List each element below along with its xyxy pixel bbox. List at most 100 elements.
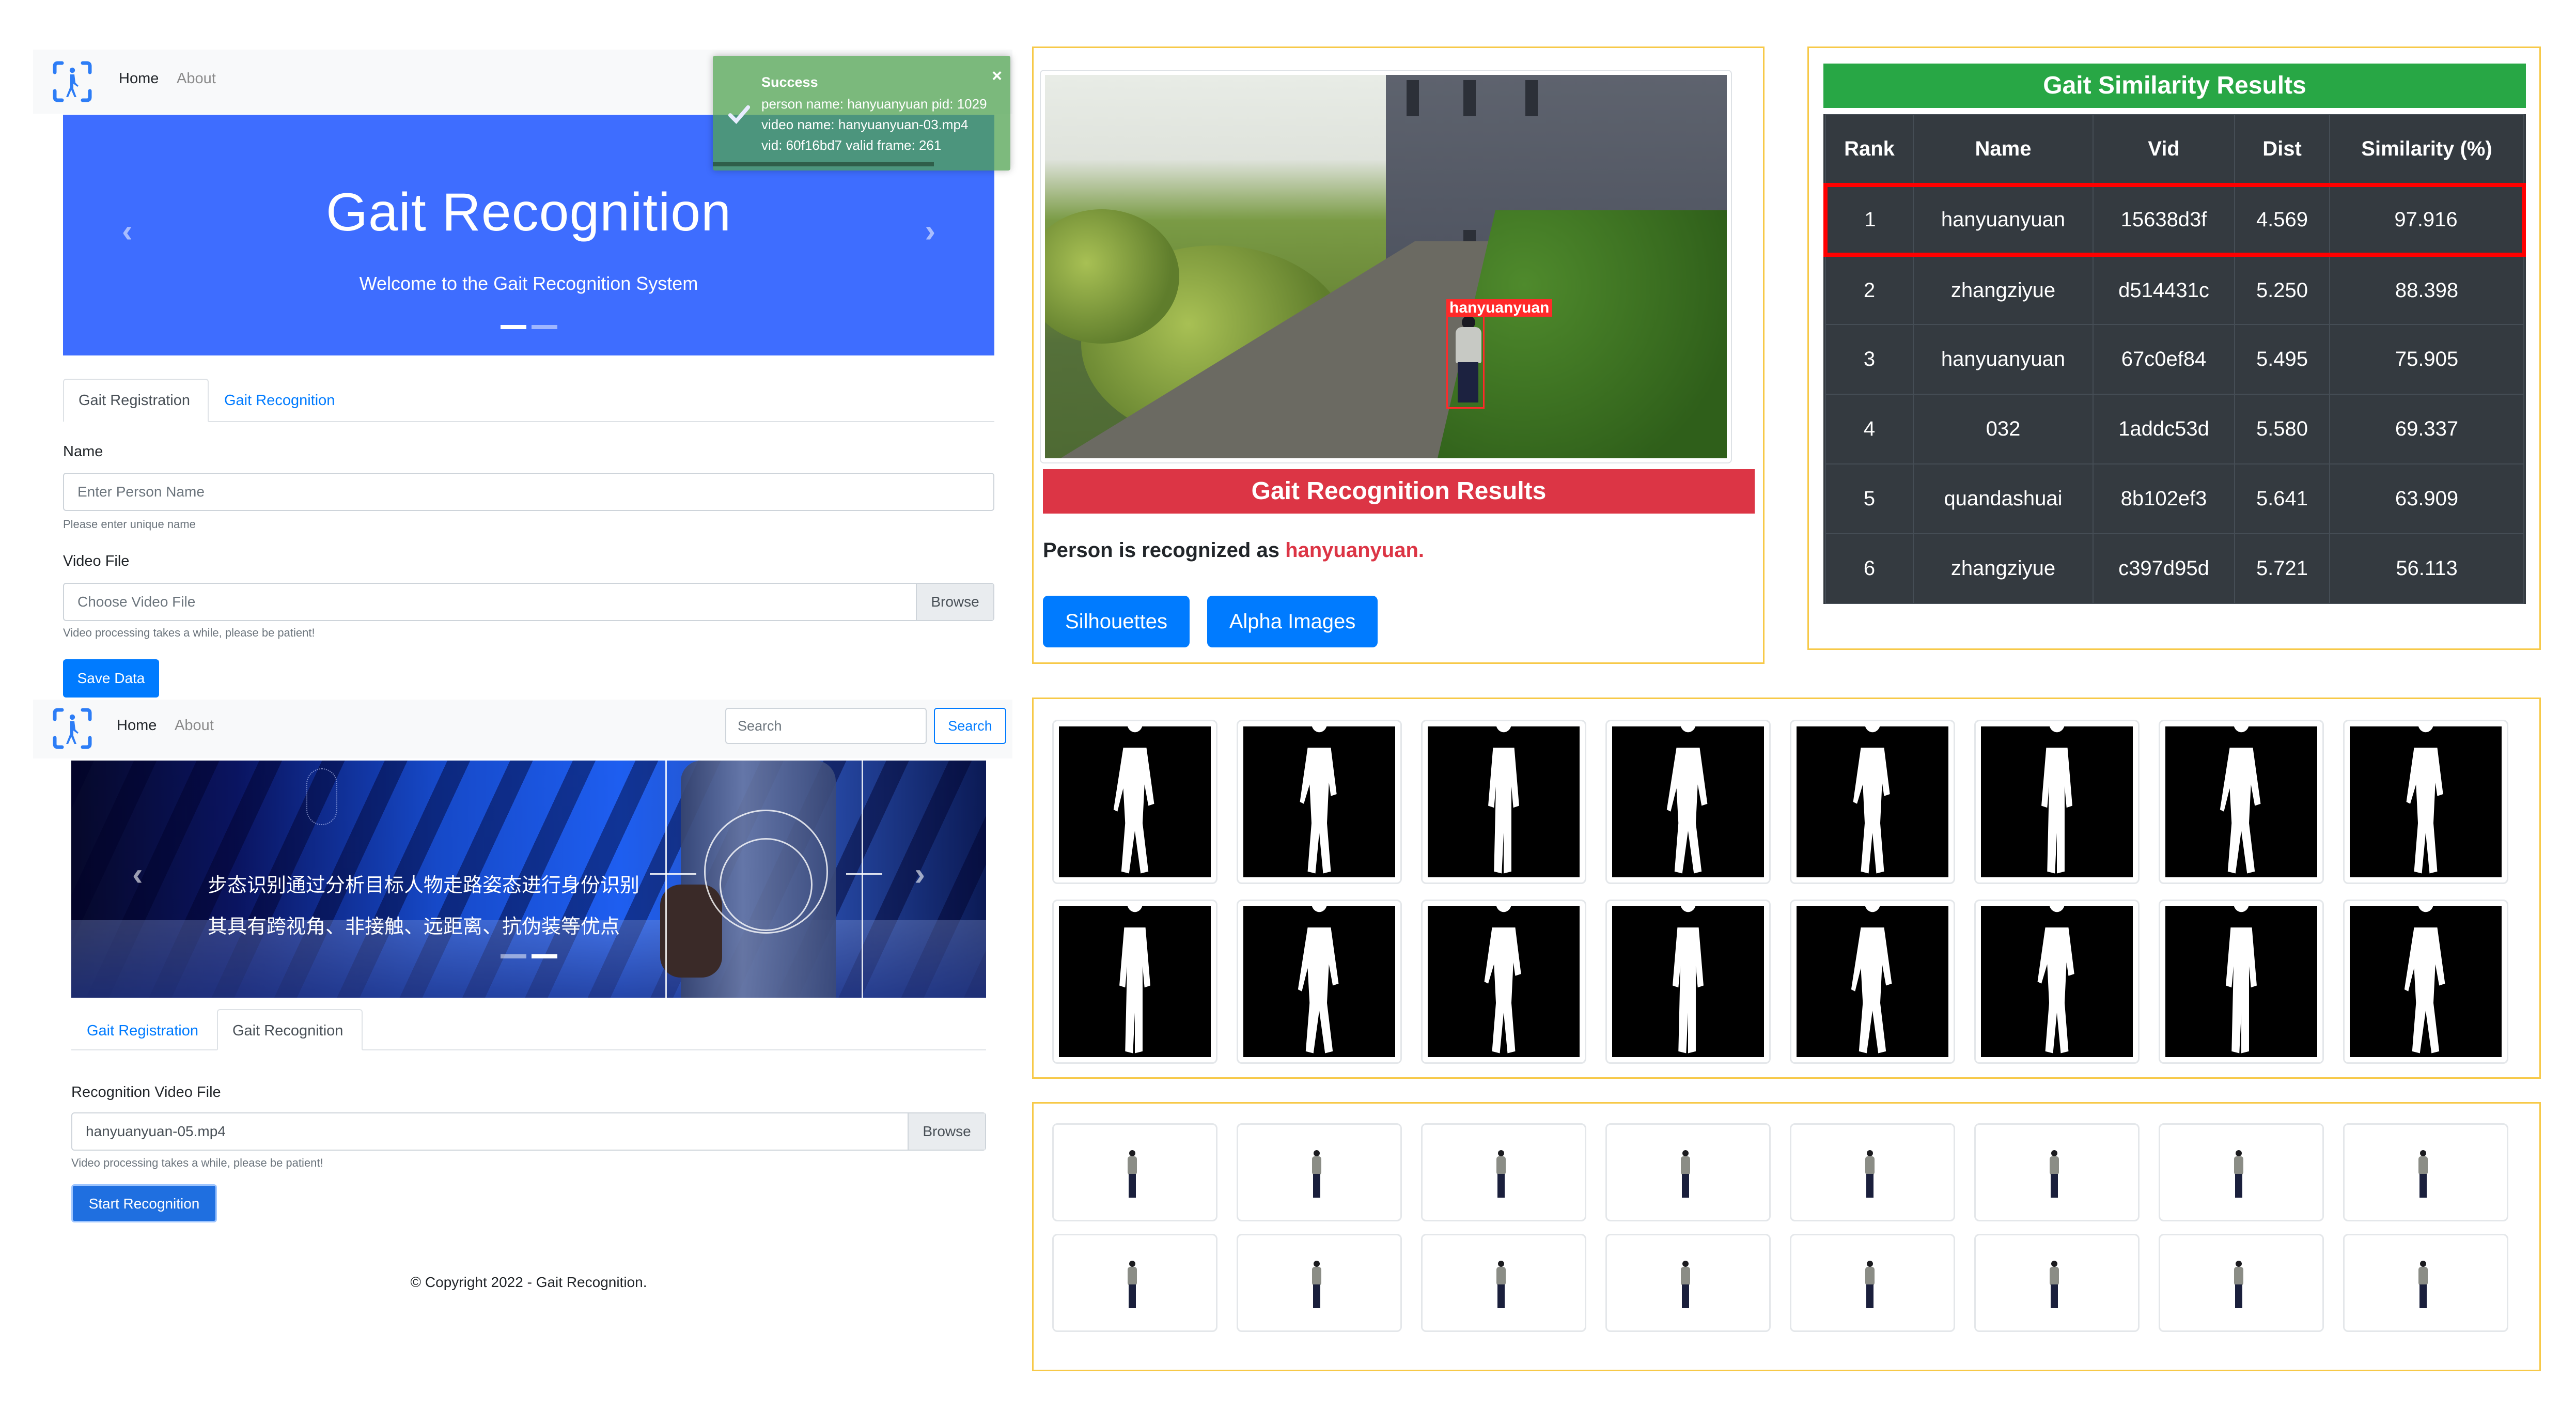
recognition-video-input[interactable]: hanyuanyuan-05.mp4 Browse bbox=[71, 1112, 986, 1151]
alpha-person-image bbox=[1128, 1150, 1137, 1198]
silhouette-card[interactable] bbox=[1790, 720, 1955, 884]
silhouette-card[interactable] bbox=[1605, 720, 1771, 884]
nav-home-link[interactable]: Home bbox=[117, 717, 157, 734]
cell-rank: 3 bbox=[1825, 324, 1914, 395]
video-file-input[interactable]: Choose Video File Browse bbox=[63, 583, 994, 621]
cell-similarity: 75.905 bbox=[2329, 324, 2524, 395]
recognized-name: hanyuanyuan. bbox=[1285, 539, 1425, 562]
alpha-image-card[interactable] bbox=[1605, 1234, 1771, 1332]
browse-button[interactable]: Browse bbox=[916, 584, 993, 620]
tab-gait-registration[interactable]: Gait Registration bbox=[71, 1009, 217, 1050]
alpha-image-card[interactable] bbox=[2159, 1123, 2324, 1221]
alpha-images-button[interactable]: Alpha Images bbox=[1207, 596, 1378, 647]
recognition-video-label: Recognition Video File bbox=[71, 1084, 221, 1101]
alpha-image-card[interactable] bbox=[1421, 1123, 1586, 1221]
search-button[interactable]: Search bbox=[934, 708, 1006, 744]
cell-vid: c397d95d bbox=[2093, 533, 2235, 604]
silhouette-card[interactable] bbox=[1237, 900, 1402, 1064]
alpha-person-image bbox=[1312, 1150, 1321, 1198]
silhouettes-button[interactable]: Silhouettes bbox=[1043, 596, 1190, 647]
tab-gait-registration[interactable]: Gait Registration bbox=[63, 379, 209, 422]
wireframe-head-graphic bbox=[306, 768, 337, 825]
silhouette-card[interactable] bbox=[1974, 720, 2140, 884]
navbar-recognition: Home About Search Search bbox=[33, 700, 1012, 758]
silhouette-card[interactable] bbox=[1052, 720, 1217, 884]
carousel-prev-icon[interactable]: ‹ bbox=[132, 856, 143, 893]
silhouette-card[interactable] bbox=[1052, 900, 1217, 1064]
alpha-image-card[interactable] bbox=[2343, 1123, 2508, 1221]
alpha-image-card[interactable] bbox=[1974, 1123, 2140, 1221]
alpha-image-card[interactable] bbox=[1052, 1123, 1217, 1221]
carousel-indicator-1[interactable] bbox=[500, 954, 526, 958]
cell-rank: 4 bbox=[1825, 394, 1914, 464]
nav-about-link[interactable]: About bbox=[177, 70, 216, 87]
table-row[interactable]: 4 032 1addc53d 5.580 69.337 bbox=[1825, 394, 2524, 464]
table-row[interactable]: 6 zhangziyue c397d95d 5.721 56.113 bbox=[1825, 533, 2524, 604]
silhouette-card[interactable] bbox=[2159, 720, 2324, 884]
silhouette-card[interactable] bbox=[1605, 900, 1771, 1064]
silhouette-image bbox=[1797, 726, 1948, 877]
table-row[interactable]: 3 hanyuanyuan 67c0ef84 5.495 75.905 bbox=[1825, 324, 2524, 395]
cell-name: hanyuanyuan bbox=[1913, 324, 2094, 395]
silhouette-card[interactable] bbox=[1974, 900, 2140, 1064]
silhouette-card[interactable] bbox=[1237, 720, 1402, 884]
detection-video-frame[interactable]: hanyuanyuan bbox=[1040, 70, 1732, 463]
walking-person-logo-icon[interactable] bbox=[52, 707, 93, 750]
person-name-input[interactable]: Enter Person Name bbox=[63, 473, 994, 511]
silhouette-card[interactable] bbox=[2159, 900, 2324, 1064]
silhouette-image bbox=[2165, 906, 2317, 1057]
silhouette-card[interactable] bbox=[1421, 900, 1586, 1064]
similarity-table: Rank Name Vid Dist Similarity (%) 1 hanyu… bbox=[1823, 114, 2526, 604]
alpha-image-card[interactable] bbox=[1237, 1123, 1402, 1221]
alpha-image-card[interactable] bbox=[1790, 1123, 1955, 1221]
close-icon[interactable]: × bbox=[992, 66, 1002, 86]
silhouette-card[interactable] bbox=[2343, 720, 2508, 884]
cell-dist: 5.250 bbox=[2234, 254, 2330, 325]
video-scene: hanyuanyuan bbox=[1045, 75, 1727, 458]
detection-label: hanyuanyuan bbox=[1446, 299, 1553, 317]
carousel-indicator-2[interactable] bbox=[531, 325, 557, 329]
nav-about-link[interactable]: About bbox=[175, 717, 214, 734]
alpha-image-card[interactable] bbox=[1974, 1234, 2140, 1332]
alpha-image-grid bbox=[1052, 1123, 2508, 1332]
carousel-next-icon[interactable]: › bbox=[914, 856, 925, 893]
carousel-indicator-2[interactable] bbox=[531, 954, 557, 958]
alpha-image-card[interactable] bbox=[2159, 1234, 2324, 1332]
walking-person-logo-icon[interactable] bbox=[52, 60, 93, 103]
alpha-image-card[interactable] bbox=[1237, 1234, 1402, 1332]
nav-home-link[interactable]: Home bbox=[119, 70, 159, 87]
toast-title: Success bbox=[761, 74, 818, 90]
alpha-person-image bbox=[2418, 1150, 2428, 1198]
silhouette-image bbox=[1612, 726, 1764, 877]
tab-gait-recognition[interactable]: Gait Recognition bbox=[217, 1009, 363, 1050]
alpha-image-card[interactable] bbox=[1421, 1234, 1586, 1332]
start-recognition-button[interactable]: Start Recognition bbox=[71, 1184, 217, 1222]
silhouette-card[interactable] bbox=[1421, 720, 1586, 884]
search-input[interactable]: Search bbox=[725, 708, 927, 744]
alpha-image-card[interactable] bbox=[1790, 1234, 1955, 1332]
silhouette-card[interactable] bbox=[2343, 900, 2508, 1064]
alpha-person-image bbox=[2418, 1261, 2428, 1308]
table-row[interactable]: 1 hanyuanyuan 15638d3f 4.569 97.916 bbox=[1823, 183, 2526, 257]
carousel-prev-icon[interactable]: ‹ bbox=[122, 213, 133, 250]
alpha-person-image bbox=[2234, 1150, 2243, 1198]
browse-button[interactable]: Browse bbox=[908, 1113, 985, 1150]
carousel-indicator-1[interactable] bbox=[500, 325, 526, 329]
alpha-image-card[interactable] bbox=[1052, 1234, 1217, 1332]
tab-gait-recognition[interactable]: Gait Recognition bbox=[209, 379, 364, 422]
save-data-button[interactable]: Save Data bbox=[63, 659, 159, 698]
recognition-video-value: hanyuanyuan-05.mp4 bbox=[86, 1123, 226, 1139]
cell-vid: 1addc53d bbox=[2093, 394, 2235, 464]
silhouette-card[interactable] bbox=[1790, 900, 1955, 1064]
table-row[interactable]: 2 zhangziyue d514431c 5.250 88.398 bbox=[1825, 254, 2524, 325]
table-row[interactable]: 5 quandashuai 8b102ef3 5.641 63.909 bbox=[1825, 463, 2524, 534]
carousel-next-icon[interactable]: › bbox=[925, 213, 935, 250]
silhouette-image bbox=[1243, 906, 1395, 1057]
hero-title: Gait Recognition bbox=[326, 182, 731, 242]
alpha-image-card[interactable] bbox=[1605, 1123, 1771, 1221]
silhouette-image bbox=[1428, 906, 1580, 1057]
cell-rank: 5 bbox=[1825, 463, 1914, 534]
cell-dist: 5.721 bbox=[2234, 533, 2330, 604]
alpha-image-card[interactable] bbox=[2343, 1234, 2508, 1332]
recognition-results-header: Gait Recognition Results bbox=[1043, 469, 1755, 514]
